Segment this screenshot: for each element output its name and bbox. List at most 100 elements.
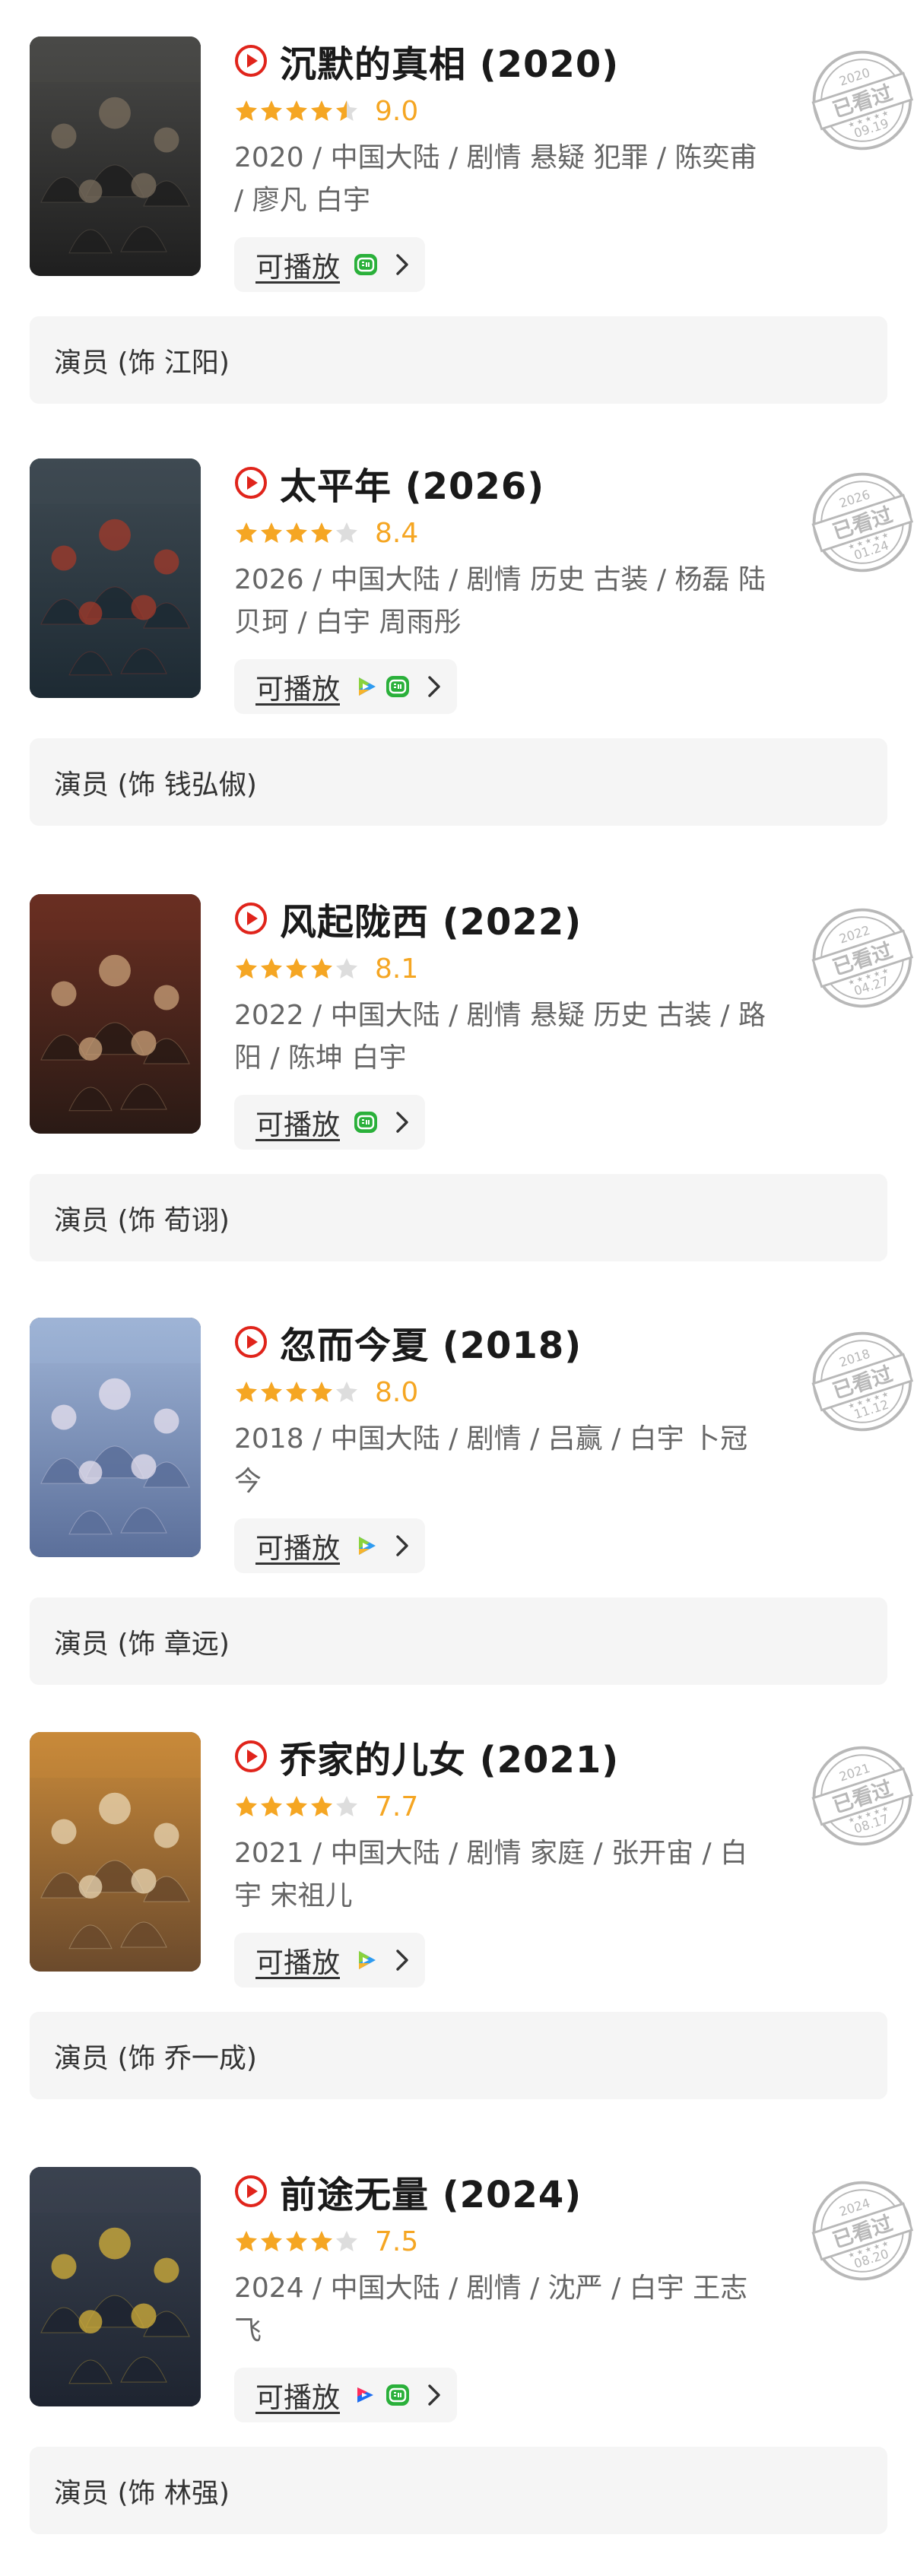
star-icon xyxy=(236,958,257,979)
poster-image[interactable] xyxy=(30,1318,201,1557)
star-icon xyxy=(261,1382,282,1402)
chevron-right-icon xyxy=(396,1949,408,1971)
watched-stamp-icon: 2022已看过★ ★ ★ ★ ★04.27 xyxy=(811,908,914,1008)
star-icon xyxy=(311,2231,332,2251)
movie-entry: 忽而今夏 (2018) 8.0 2018 / 中国大陆 / 剧情 / 吕赢 / 白宇… xyxy=(0,1281,917,1707)
poster-art xyxy=(30,2167,201,2406)
star-icon xyxy=(261,100,282,121)
rating-score: 7.5 xyxy=(375,2225,419,2257)
movie-info: 忽而今夏 (2018) 8.0 2018 / 中国大陆 / 剧情 / 吕赢 / 白宇… xyxy=(234,1315,782,1503)
role-card[interactable]: 演员 (饰 钱弘俶) xyxy=(30,738,887,826)
star-icon xyxy=(261,958,282,979)
watched-stamp-icon: 2026已看过★ ★ ★ ★ ★01.24 xyxy=(811,472,914,573)
streaming-sources xyxy=(352,2381,416,2409)
playable-label: 可播放 xyxy=(255,1109,340,1141)
poster-art xyxy=(30,1318,201,1557)
playable-button[interactable]: 可播放 xyxy=(234,1933,425,1988)
role-card[interactable]: 演员 (饰 乔一成) xyxy=(30,2012,887,2099)
star-icon xyxy=(236,1796,257,1816)
role-card[interactable]: 演员 (饰 江阳) xyxy=(30,316,887,404)
tencent-video-icon xyxy=(359,677,376,696)
star-icon xyxy=(236,1382,257,1402)
tencent-video-icon xyxy=(359,1951,376,1969)
role-text: 演员 (饰 荀诩) xyxy=(54,1204,230,1236)
title-row[interactable]: 前途无量 (2024) xyxy=(234,2164,782,2219)
title-row[interactable]: 忽而今夏 (2018) xyxy=(234,1315,782,1369)
playable-button[interactable]: 可播放 xyxy=(234,659,457,714)
movie-info: 风起陇西 (2022) 8.1 2022 / 中国大陆 / 剧情 悬疑 历史 古装 … xyxy=(234,891,782,1080)
chevron-right-icon xyxy=(428,676,440,697)
star-rating xyxy=(234,2229,360,2254)
watched-stamp-icon: 2020已看过★ ★ ★ ★ ★09.19 xyxy=(811,50,914,151)
rating-row: 7.5 xyxy=(234,2222,782,2261)
movie-meta: 2024 / 中国大陆 / 剧情 / 沈严 / 白宇 王志飞 xyxy=(234,2273,748,2346)
poster-image[interactable] xyxy=(30,2167,201,2406)
movie-title[interactable]: 风起陇西 (2022) xyxy=(280,892,582,945)
role-card[interactable]: 演员 (饰 章远) xyxy=(30,1597,887,1685)
watched-stamp-icon: 2018已看过★ ★ ★ ★ ★11.12 xyxy=(811,1331,914,1432)
star-icon xyxy=(236,100,257,121)
star-icon xyxy=(336,2231,357,2251)
chevron-right-icon xyxy=(396,254,408,275)
playable-label: 可播放 xyxy=(255,673,340,706)
playable-button[interactable]: 可播放 xyxy=(234,1095,425,1150)
watched-stamp-icon: 2021已看过★ ★ ★ ★ ★08.17 xyxy=(811,1746,914,1846)
movie-entry: 乔家的儿女 (2021) 7.7 2021 / 中国大陆 / 剧情 家庭 / 张开宙… xyxy=(0,1696,917,2121)
movie-title[interactable]: 前途无量 (2024) xyxy=(280,2165,582,2218)
movie-title[interactable]: 乔家的儿女 (2021) xyxy=(280,1730,619,1783)
star-icon xyxy=(336,1382,357,1402)
poster-image[interactable] xyxy=(30,36,201,276)
title-row[interactable]: 风起陇西 (2022) xyxy=(234,891,782,946)
watched-stamp: 2024 已看过 ★ ★ ★ ★ ★ 08.20 xyxy=(808,2170,917,2292)
role-card[interactable]: 演员 (饰 荀诩) xyxy=(30,1174,887,1261)
streaming-sources xyxy=(352,1946,384,1974)
playable-button[interactable]: 可播放 xyxy=(234,1518,425,1573)
star-icon xyxy=(261,1796,282,1816)
streaming-sources xyxy=(352,1532,384,1559)
movie-info: 沉默的真相 (2020) 9.0 2020 / 中国大陆 / 剧情 悬疑 犯罪 / … xyxy=(234,33,782,222)
iqiyi-icon xyxy=(386,676,409,697)
play-circle-icon xyxy=(235,1326,267,1358)
title-row[interactable]: 太平年 (2026) xyxy=(234,455,782,510)
poster-art xyxy=(30,458,201,698)
play-circle-icon xyxy=(235,467,267,499)
chevron-right-icon xyxy=(396,1535,408,1556)
movie-meta: 2020 / 中国大陆 / 剧情 悬疑 犯罪 / 陈奕甫 / 廖凡 白宇 xyxy=(234,142,757,216)
poster-image[interactable] xyxy=(30,1732,201,1972)
star-icon xyxy=(336,100,357,121)
star-icon xyxy=(286,1382,307,1402)
star-icon xyxy=(336,958,357,979)
star-icon xyxy=(311,1796,332,1816)
star-icon xyxy=(336,522,357,543)
play-circle-icon xyxy=(235,2175,267,2207)
rating-row: 8.0 xyxy=(234,1372,782,1412)
playable-button[interactable]: 可播放 xyxy=(234,2368,457,2422)
role-card[interactable]: 演员 (饰 林强) xyxy=(30,2447,887,2534)
title-row[interactable]: 乔家的儿女 (2021) xyxy=(234,1729,782,1784)
watched-stamp: 2018 已看过 ★ ★ ★ ★ ★ 11.12 xyxy=(808,1321,917,1442)
poster-art xyxy=(30,1732,201,1972)
star-icon xyxy=(311,100,332,121)
playable-label: 可播放 xyxy=(255,1532,340,1565)
poster-image[interactable] xyxy=(30,894,201,1134)
star-rating xyxy=(234,521,360,545)
poster-image[interactable] xyxy=(30,458,201,698)
role-text: 演员 (饰 章远) xyxy=(54,1628,230,1660)
title-row[interactable]: 沉默的真相 (2020) xyxy=(234,33,782,88)
star-icon xyxy=(261,522,282,543)
watched-stamp: 2026 已看过 ★ ★ ★ ★ ★ 01.24 xyxy=(808,462,917,583)
movie-title[interactable]: 忽而今夏 (2018) xyxy=(280,1315,582,1369)
watched-stamp-icon: 2024已看过★ ★ ★ ★ ★08.20 xyxy=(811,2181,914,2281)
watched-stamp: 2022 已看过 ★ ★ ★ ★ ★ 04.27 xyxy=(808,897,917,1019)
iqiyi-icon xyxy=(354,254,377,275)
chevron-right-icon xyxy=(396,1112,408,1133)
playable-label: 可播放 xyxy=(255,1946,340,1979)
movie-title[interactable]: 太平年 (2026) xyxy=(280,456,544,509)
movie-entry: 风起陇西 (2022) 8.1 2022 / 中国大陆 / 剧情 悬疑 历史 古装 … xyxy=(0,858,917,1283)
iqiyi-icon xyxy=(354,1112,377,1133)
streaming-sources xyxy=(352,251,384,278)
movie-title[interactable]: 沉默的真相 (2020) xyxy=(280,34,619,87)
star-rating xyxy=(234,956,360,981)
playable-button[interactable]: 可播放 xyxy=(234,237,425,292)
star-icon xyxy=(236,2231,257,2251)
